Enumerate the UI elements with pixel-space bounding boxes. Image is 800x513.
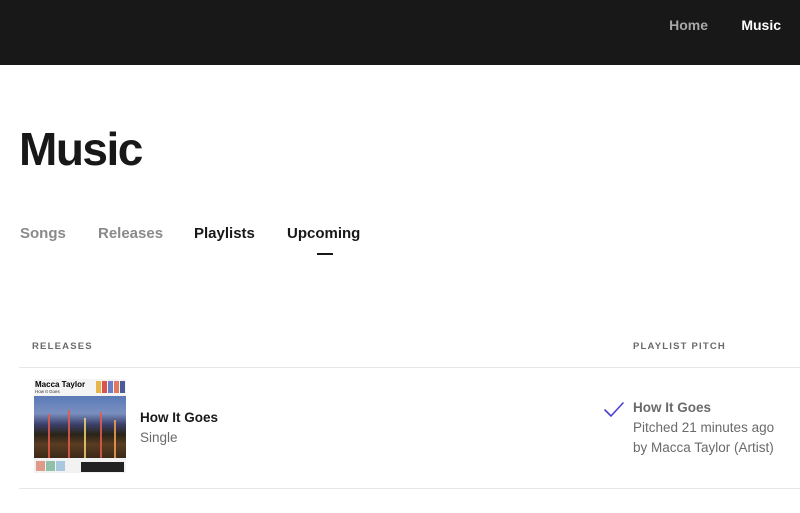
artwork-photo	[34, 396, 126, 458]
release-title[interactable]: How It Goes	[140, 410, 218, 425]
tab-playlists[interactable]: Playlists	[194, 225, 255, 242]
table-header: RELEASES PLAYLIST PITCH	[19, 330, 800, 368]
artwork-swatch	[56, 461, 65, 471]
column-header-releases: RELEASES	[32, 341, 93, 352]
table-row[interactable]: Macca Taylor How It Goes How It Goes Sin…	[19, 368, 800, 489]
artwork-film-strip	[81, 462, 124, 472]
tab-songs[interactable]: Songs	[20, 225, 66, 242]
artwork-swatch	[108, 381, 113, 393]
pitch-title: How It Goes	[633, 400, 712, 415]
artwork-swatch	[46, 461, 55, 471]
artwork-light	[114, 420, 116, 458]
page-title: Music	[19, 123, 143, 175]
artwork-strip	[34, 459, 126, 473]
top-navigation-bar: Home Music	[0, 0, 800, 65]
active-tab-indicator	[317, 253, 333, 255]
artwork-swatch	[120, 381, 125, 393]
release-artwork[interactable]: Macca Taylor How It Goes	[34, 379, 126, 473]
artwork-artist-text: Macca Taylor	[35, 380, 86, 389]
tab-releases[interactable]: Releases	[98, 225, 163, 242]
check-icon	[604, 402, 624, 417]
column-header-playlist-pitch: PLAYLIST PITCH	[633, 341, 726, 352]
pitch-timestamp: Pitched 21 minutes ago	[633, 420, 775, 435]
nav-link-music[interactable]: Music	[741, 17, 781, 33]
tab-upcoming[interactable]: Upcoming	[287, 225, 360, 242]
artwork-swatch	[96, 381, 101, 393]
artwork-light	[68, 410, 70, 458]
artwork-title-text: How It Goes	[35, 389, 60, 394]
artwork-light	[100, 412, 102, 458]
artwork-light	[84, 418, 86, 458]
artwork-light	[48, 414, 50, 458]
pitch-author: by Macca Taylor (Artist)	[633, 440, 774, 455]
nav-link-home[interactable]: Home	[669, 17, 708, 33]
release-type: Single	[140, 430, 178, 445]
artwork-swatch	[114, 381, 119, 393]
artwork-swatch	[102, 381, 107, 393]
artwork-swatch	[36, 461, 45, 471]
